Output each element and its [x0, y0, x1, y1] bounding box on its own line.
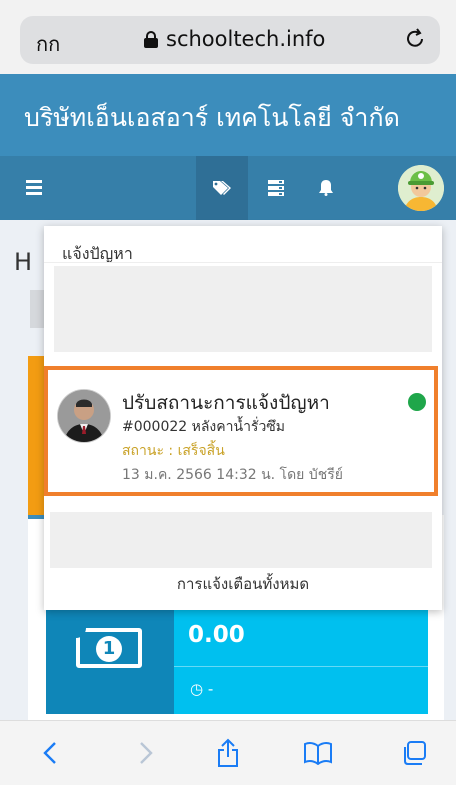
back-icon[interactable]	[32, 735, 68, 771]
notification-placeholder	[54, 266, 432, 352]
server-icon[interactable]	[250, 156, 302, 220]
forward-icon[interactable]	[128, 735, 164, 771]
money-bill-icon: 1	[76, 628, 142, 668]
notification-time: 13 ม.ค. 2566 14:32 น. โดย บัชรีย์	[122, 467, 343, 483]
user-avatar[interactable]	[398, 165, 444, 211]
notification-title: ปรับสถานะการแจ้งปัญหา	[122, 392, 330, 414]
money-divider	[174, 666, 428, 667]
company-header: บริษัทเอ็นเอสอาร์ เทคโนโลยี จำกัด	[0, 74, 456, 156]
tags-icon[interactable]	[196, 156, 248, 220]
money-time: ◷ -	[190, 680, 213, 698]
unread-dot	[408, 393, 426, 411]
browser-toolbar	[0, 720, 456, 785]
url-field[interactable]: กก schooltech.info	[20, 16, 440, 64]
text-size-button[interactable]: กก	[36, 28, 60, 60]
orange-box-edge	[28, 356, 44, 540]
browser-address-bar: กก schooltech.info	[0, 0, 456, 74]
card-stripe	[28, 515, 44, 519]
clock-icon: ◷	[190, 680, 204, 698]
money-amount: 0.00	[188, 622, 245, 648]
tabs-icon[interactable]	[396, 735, 432, 771]
lock-icon	[144, 30, 158, 48]
dropdown-header: แจ้งปัญหา	[62, 244, 133, 263]
money-time-value: -	[207, 680, 214, 698]
notification-placeholder-2	[50, 512, 432, 568]
menu-toggle-icon[interactable]	[26, 180, 42, 195]
notification-ticket: #000022 หลังคาน้ำรั่วซึม	[122, 419, 286, 435]
share-icon[interactable]	[210, 735, 246, 771]
notification-status: สถานะ : เสร็จสิ้น	[122, 443, 225, 459]
url-text: schooltech.info	[166, 27, 326, 51]
bookmarks-icon[interactable]	[300, 735, 336, 771]
view-all-notifications-link[interactable]: การแจ้งเตือนทั้งหมด	[44, 572, 442, 596]
bell-icon[interactable]	[300, 156, 352, 220]
breadcrumb-strip	[30, 290, 44, 328]
company-name: บริษัทเอ็นเอสอาร์ เทคโนโลยี จำกัด	[24, 103, 400, 132]
url-display[interactable]: schooltech.info	[144, 27, 325, 51]
top-navbar	[0, 156, 456, 220]
reload-icon[interactable]	[404, 26, 426, 56]
page-heading: H	[14, 248, 33, 276]
dropdown-divider	[44, 262, 442, 263]
notification-avatar	[58, 390, 110, 442]
